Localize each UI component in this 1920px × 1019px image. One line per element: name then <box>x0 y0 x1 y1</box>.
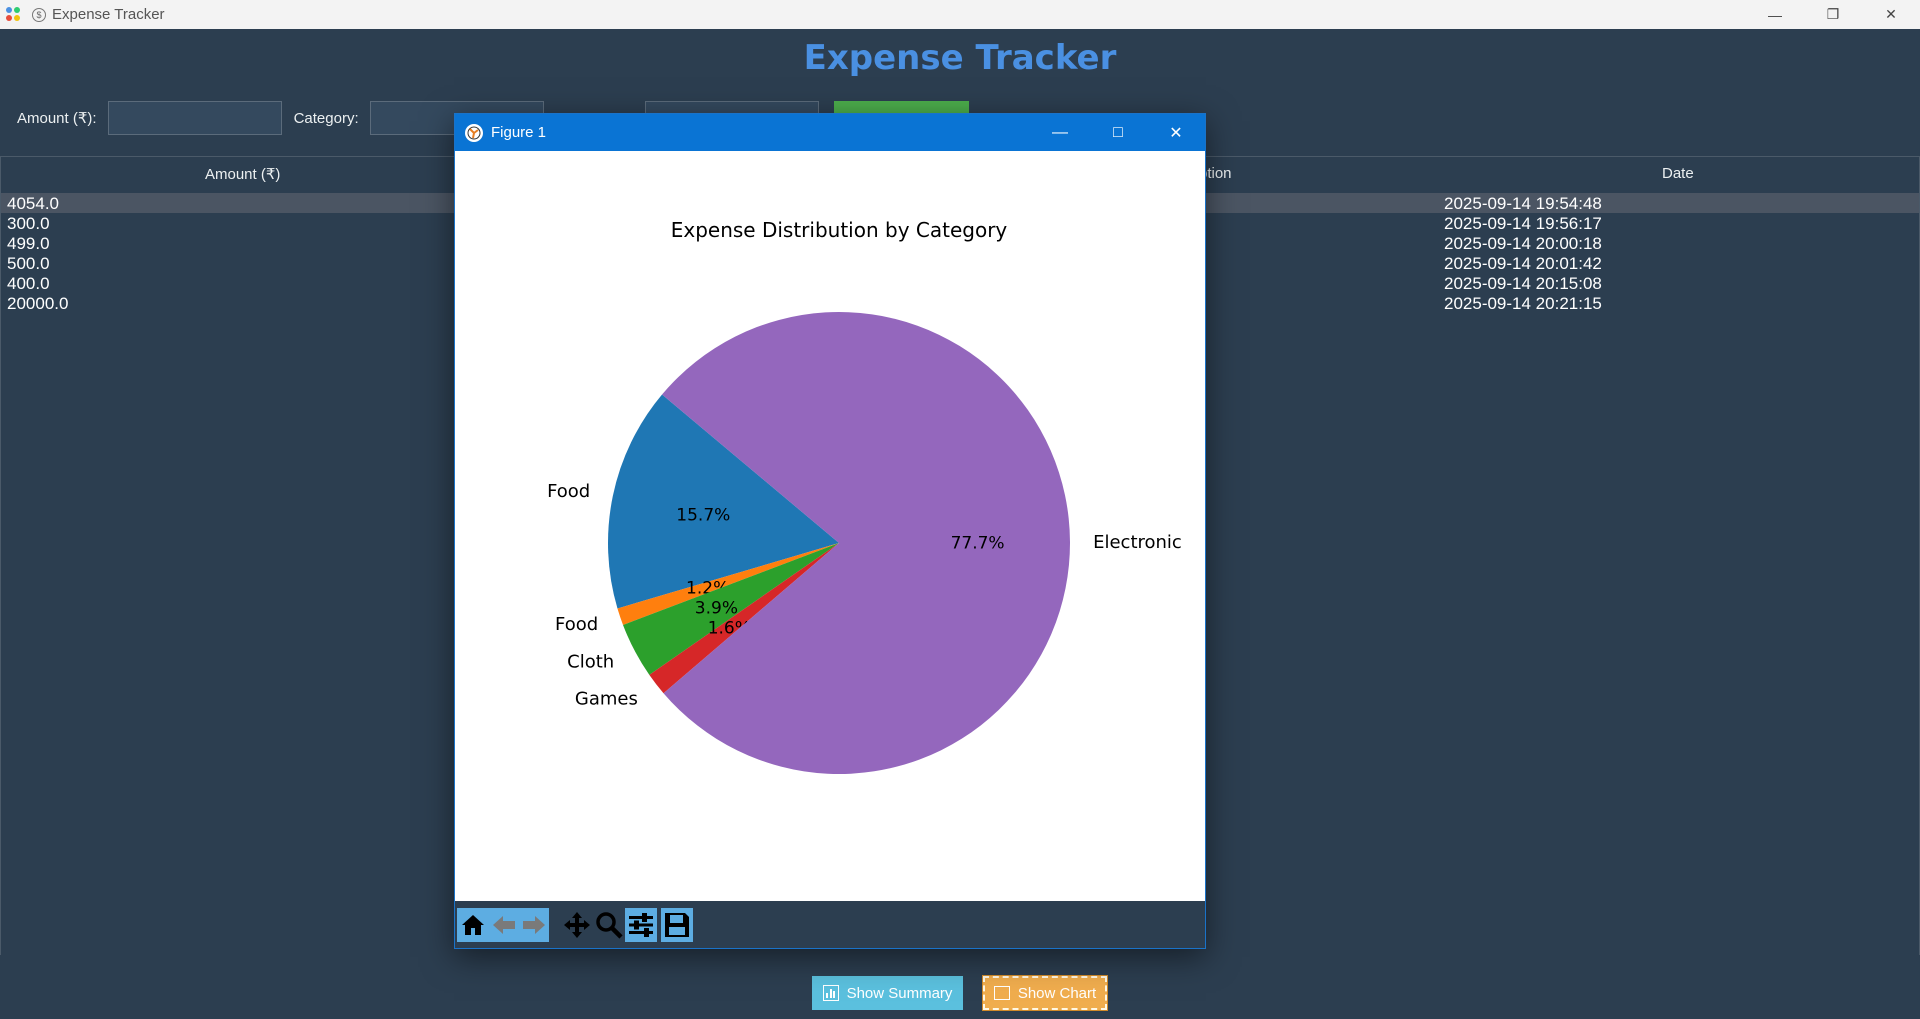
amount-input[interactable] <box>107 101 282 135</box>
date-cell: 2025-09-14 20:00:18 <box>1444 234 1602 253</box>
app-heading: Expense Tracker <box>803 38 1117 78</box>
slice-percent-label: 77.7% <box>951 533 1005 553</box>
figure-maximize-button[interactable]: □ <box>1089 114 1147 151</box>
show-summary-button[interactable]: Show Summary <box>812 976 963 1010</box>
date-cell: 2025-09-14 19:54:48 <box>1444 194 1602 213</box>
back-button[interactable] <box>489 907 519 942</box>
zoom-button[interactable] <box>593 908 625 942</box>
chart-title: Expense Distribution by Category <box>671 218 1008 242</box>
amount-cell: 500.0 <box>7 254 50 273</box>
bar-chart-icon <box>822 985 839 1001</box>
amount-cell: 499.0 <box>7 234 50 253</box>
save-icon <box>665 912 689 937</box>
slice-percent-label: 3.9% <box>695 599 738 619</box>
show-chart-button[interactable]: Show Chart <box>982 975 1108 1011</box>
date-cell: 2025-09-14 20:21:15 <box>1444 294 1602 313</box>
slice-label: Electronic <box>1093 532 1182 553</box>
home-button[interactable] <box>457 907 489 942</box>
amount-cell: 300.0 <box>7 214 50 233</box>
figure-titlebar: Figure 1 — □ ✕ <box>455 114 1205 151</box>
configure-icon <box>629 912 653 937</box>
close-icon: ✕ <box>1169 124 1183 142</box>
minimize-icon: — <box>1052 123 1068 141</box>
show-chart-label: Show Chart <box>1017 984 1097 1002</box>
app-logo-icon <box>6 6 22 23</box>
slice-percent-label: 15.7% <box>676 506 730 526</box>
figure-title: Figure 1 <box>491 124 547 141</box>
window-title: Expense Tracker <box>52 6 165 23</box>
money-bag-icon: $ <box>32 7 46 22</box>
back-icon <box>493 915 515 934</box>
line-chart-icon <box>993 986 1010 1000</box>
figure-minimize-button[interactable]: — <box>1031 114 1089 151</box>
amount-label: Amount (₹): <box>17 110 97 127</box>
save-button[interactable] <box>661 907 693 942</box>
column-header-date[interactable]: Date <box>1662 165 1694 182</box>
close-button[interactable]: ✕ <box>1862 0 1920 29</box>
figure-close-button[interactable]: ✕ <box>1147 114 1205 151</box>
configure-subplots-button[interactable] <box>625 907 657 942</box>
forward-icon <box>523 915 545 934</box>
close-icon: ✕ <box>1885 6 1897 22</box>
maximize-icon: □ <box>1113 123 1123 141</box>
date-cell: 2025-09-14 20:01:42 <box>1444 254 1602 273</box>
amount-cell: 4054.0 <box>7 194 59 213</box>
amount-cell: 20000.0 <box>7 294 69 313</box>
pan-button[interactable] <box>561 908 593 942</box>
matplotlib-logo-icon <box>465 123 483 142</box>
minimize-button[interactable]: — <box>1746 0 1804 29</box>
window-titlebar: $ Expense Tracker — ❐ ✕ <box>0 0 1920 29</box>
restore-button[interactable]: ❐ <box>1804 0 1862 29</box>
home-icon <box>462 914 484 935</box>
chart-canvas: Expense Distribution by Category Food 15.… <box>455 151 1205 901</box>
forward-button[interactable] <box>519 907 549 942</box>
restore-icon: ❐ <box>1826 6 1840 22</box>
slice-label: Food <box>547 481 590 502</box>
slice-label: Cloth <box>567 651 614 672</box>
category-label: Category: <box>293 109 359 127</box>
date-cell: 2025-09-14 19:56:17 <box>1444 214 1602 233</box>
figure-window: Figure 1 — □ ✕ Expense Distribution by C… <box>454 113 1206 949</box>
column-header-amount[interactable]: Amount (₹) <box>205 165 280 183</box>
pan-icon <box>564 911 590 938</box>
date-cell: 2025-09-14 20:15:08 <box>1444 274 1602 293</box>
amount-cell: 400.0 <box>7 274 50 293</box>
slice-label: Food <box>555 614 598 635</box>
zoom-icon <box>596 911 623 939</box>
show-summary-label: Show Summary <box>846 984 953 1002</box>
slice-label: Games <box>575 688 638 709</box>
pie-chart: Expense Distribution by Category Food 15.… <box>547 218 1182 774</box>
minimize-icon: — <box>1768 6 1782 23</box>
figure-toolbar <box>455 901 1205 948</box>
